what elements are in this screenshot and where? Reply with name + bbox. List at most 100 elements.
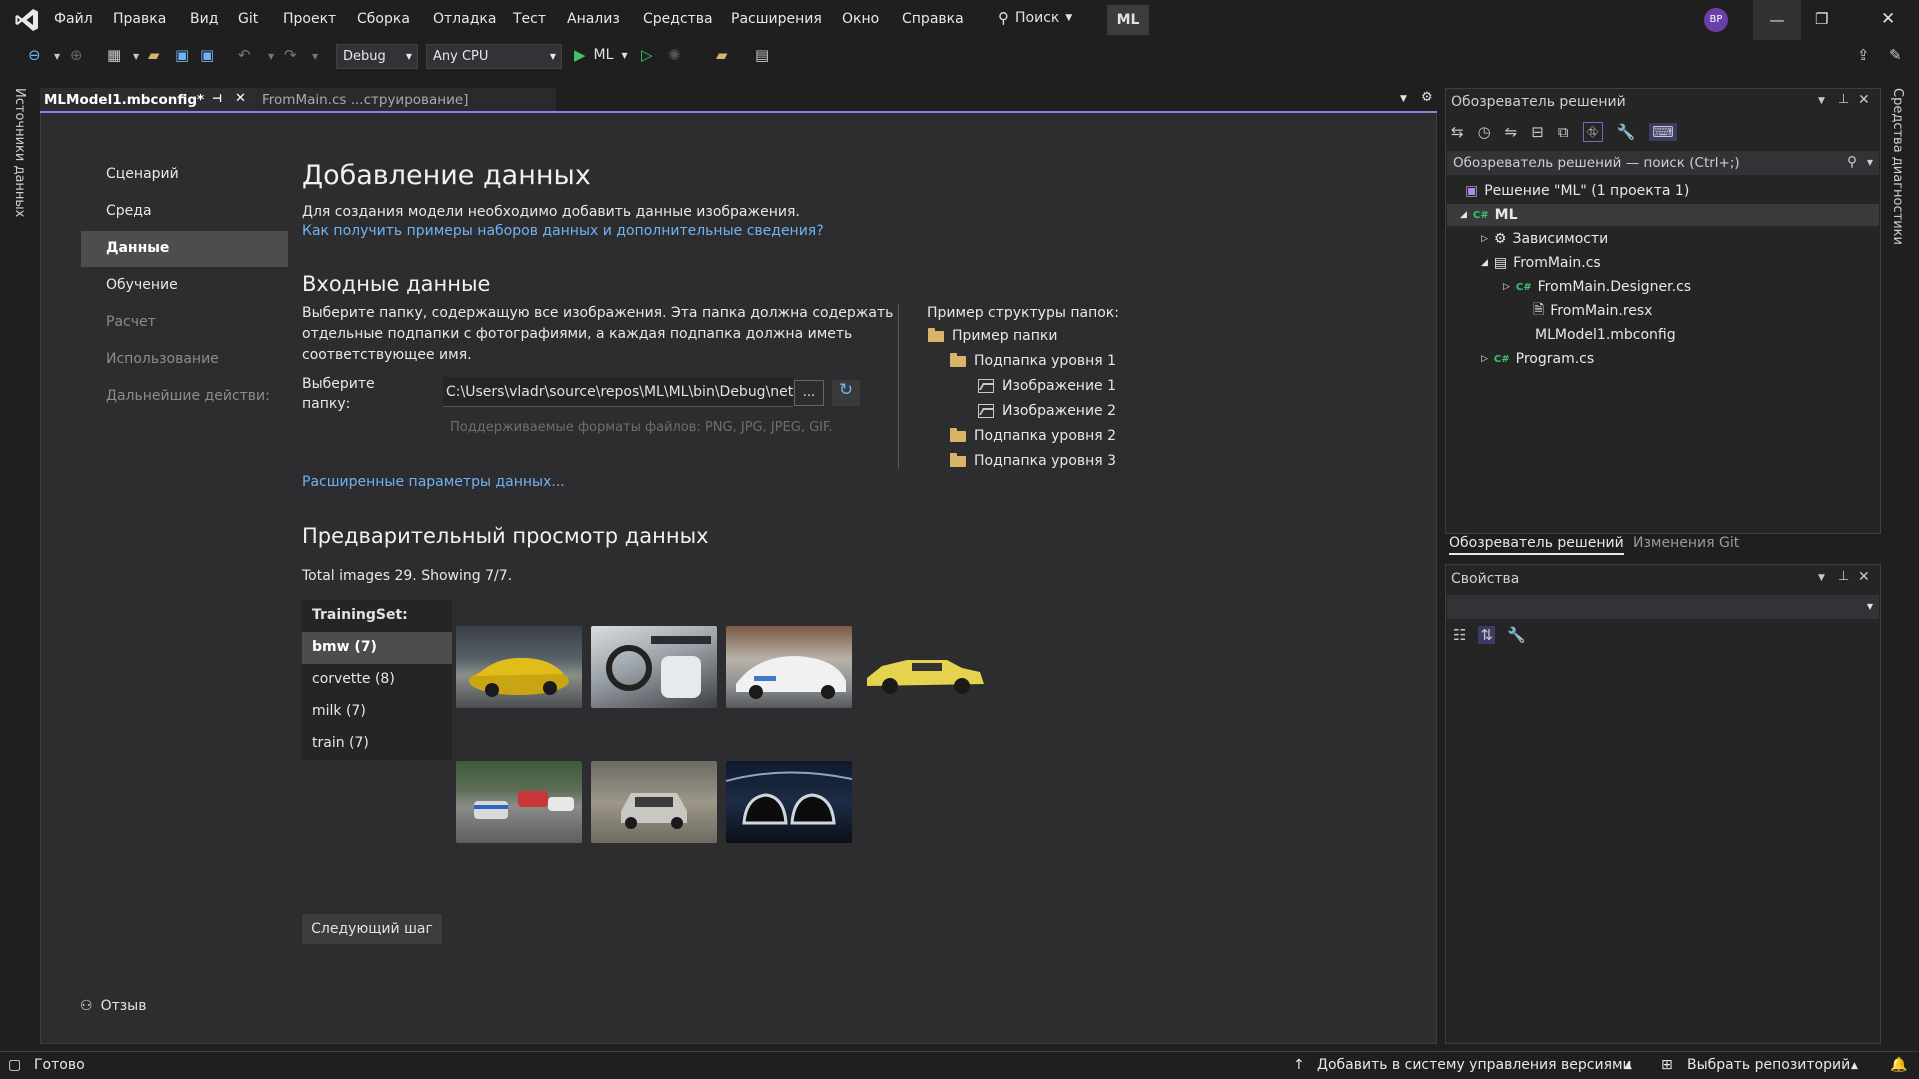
thumbnail-bmw-suv-dust[interactable] xyxy=(591,761,717,843)
collapse-all-icon[interactable]: ⊟ xyxy=(1531,123,1544,141)
sync-icon[interactable]: ⇋ xyxy=(1505,123,1518,141)
restore-button[interactable]: ❐ xyxy=(1815,10,1828,28)
chevron-down-icon[interactable]: ▼ xyxy=(1818,96,1825,106)
menu-help[interactable]: Справка xyxy=(902,11,964,27)
select-repository[interactable]: Выбрать репозиторий xyxy=(1687,1057,1850,1073)
help-link[interactable]: Как получить примеры наборов данных и до… xyxy=(302,223,824,239)
chevron-down-icon[interactable]: ▼ xyxy=(54,52,60,61)
menu-test[interactable]: Тест xyxy=(513,11,546,27)
close-icon[interactable]: ✕ xyxy=(1858,92,1870,108)
menu-build[interactable]: Сборка xyxy=(357,11,410,27)
folder-path-input[interactable]: C:\Users\vladr\source\repos\ML\ML\bin\De… xyxy=(443,377,793,407)
start-debug-button[interactable]: ▶ ML ▼ xyxy=(574,46,628,64)
share-icon[interactable]: ⇪ xyxy=(1857,46,1870,64)
chevron-down-icon[interactable]: ▼ xyxy=(268,52,274,61)
preview-icon[interactable]: ⌨ xyxy=(1649,123,1677,141)
save-all-icon[interactable]: ▣ xyxy=(200,46,214,64)
property-pages-icon[interactable]: 🔧 xyxy=(1507,626,1526,644)
chevron-down-icon[interactable]: ▼ xyxy=(312,52,318,61)
nav-scenario[interactable]: Сценарий xyxy=(106,166,179,182)
data-sources-tab[interactable]: Источники данных xyxy=(12,88,27,217)
wrench-icon[interactable]: 🔧 xyxy=(1617,123,1636,141)
nav-train[interactable]: Обучение xyxy=(106,277,178,293)
add-to-source-control[interactable]: Добавить в систему управления версиями xyxy=(1317,1057,1632,1073)
new-project-icon[interactable]: ▦ xyxy=(107,46,121,64)
feedback-link[interactable]: ⚇ Отзыв xyxy=(80,998,147,1014)
tree-frommain-resx[interactable]: 🗎 FromMain.resx xyxy=(1533,300,1652,322)
advanced-data-options-link[interactable]: Расширенные параметры данных... xyxy=(302,474,565,490)
tree-dependencies[interactable]: ▷ ⚙ Зависимости xyxy=(1481,228,1608,250)
tree-frommain[interactable]: ◢ ▤ FromMain.cs xyxy=(1481,252,1601,274)
pin-icon[interactable]: ⊣ xyxy=(212,92,222,105)
tree-solution[interactable]: ▣ Решение "ML" (1 проекта 1) xyxy=(1465,180,1689,202)
menu-project[interactable]: Проект xyxy=(283,11,336,27)
class-item-bmw[interactable]: bmw (7) xyxy=(302,632,452,664)
close-icon[interactable]: ✕ xyxy=(1858,569,1870,585)
tab-git-changes[interactable]: Изменения Git xyxy=(1633,535,1739,551)
thumbnail-racing-bmws[interactable] xyxy=(456,761,582,843)
folder-view-icon[interactable]: ▰ xyxy=(716,46,728,64)
menu-file[interactable]: Файл xyxy=(54,11,93,27)
thumbnail-yellow-bmw-classic[interactable] xyxy=(862,626,988,708)
thumbnail-yellow-bmw-m4[interactable] xyxy=(456,626,582,708)
pin-icon[interactable]: ⊥ xyxy=(1838,569,1849,584)
history-icon[interactable]: ◷ xyxy=(1478,123,1491,141)
tree-frommain-designer[interactable]: ▷ C# FromMain.Designer.cs xyxy=(1503,276,1691,298)
minimize-button[interactable]: — xyxy=(1753,0,1801,40)
search-box[interactable]: ⚲ Поиск ▼ xyxy=(998,9,1072,27)
menu-debug[interactable]: Отладка xyxy=(433,11,496,27)
avatar[interactable]: BP xyxy=(1704,8,1728,32)
close-window-button[interactable]: ✕ xyxy=(1881,9,1895,29)
output-icon[interactable]: ▢ xyxy=(8,1057,21,1073)
menu-git[interactable]: Git xyxy=(238,11,258,27)
menu-tools[interactable]: Средства xyxy=(643,11,713,27)
gear-icon[interactable]: ⚙ xyxy=(1421,90,1433,105)
categorized-icon[interactable]: ☷ xyxy=(1453,626,1466,644)
feedback-icon[interactable]: ✎ xyxy=(1889,46,1902,64)
platform-select[interactable]: Any CPU ▼ xyxy=(426,44,562,69)
tab-frommain[interactable]: FromMain.cs ...струирование] xyxy=(256,88,556,111)
menu-edit[interactable]: Правка xyxy=(113,11,166,27)
notifications-bell-icon[interactable]: 🔔 xyxy=(1890,1057,1907,1073)
open-folder-icon[interactable]: ▰ xyxy=(148,46,160,64)
solution-search-input[interactable]: Обозреватель решений — поиск (Ctrl+;) ⚲ … xyxy=(1447,151,1879,175)
diagnostic-tools-tab[interactable]: Средства диагностики xyxy=(1890,88,1905,245)
tab-solution-explorer[interactable]: Обозреватель решений xyxy=(1449,535,1624,555)
nav-data[interactable]: Данные xyxy=(106,240,169,256)
filter-icon[interactable]: ⛗ xyxy=(1582,122,1603,142)
layout-icon[interactable]: ▤ xyxy=(755,46,769,64)
tab-list-chevron-icon[interactable]: ▼ xyxy=(1400,94,1407,104)
start-without-debug-icon[interactable]: ▷ xyxy=(641,46,653,64)
thumbnail-bmw-grille[interactable] xyxy=(726,761,852,843)
close-icon[interactable]: ✕ xyxy=(235,91,246,106)
chevron-down-icon[interactable]: ▼ xyxy=(1818,573,1825,583)
tree-project-ml[interactable]: ◢ C# ML xyxy=(1460,204,1518,226)
class-item-train[interactable]: train (7) xyxy=(302,728,452,760)
visual-studio-logo-icon[interactable] xyxy=(14,7,40,33)
chevron-up-icon[interactable]: ▲ xyxy=(1851,1061,1858,1071)
tree-mlmodel-mbconfig[interactable]: MLModel1.mbconfig xyxy=(1535,324,1676,346)
menu-view[interactable]: Вид xyxy=(190,11,218,27)
back-icon[interactable]: ⊖ xyxy=(28,46,41,64)
thumbnail-car-interior[interactable] xyxy=(591,626,717,708)
undo-icon[interactable]: ↶ xyxy=(238,46,251,64)
configuration-select[interactable]: Debug ▼ xyxy=(336,44,418,69)
redo-icon[interactable]: ↷ xyxy=(284,46,297,64)
browse-button[interactable]: ... xyxy=(794,380,824,406)
chevron-down-icon[interactable]: ▼ xyxy=(133,52,139,61)
chevron-up-icon[interactable]: ▲ xyxy=(1625,1061,1632,1071)
menu-analyze[interactable]: Анализ xyxy=(567,11,620,27)
refresh-icon[interactable]: ↻ xyxy=(832,380,860,406)
class-item-corvette[interactable]: corvette (8) xyxy=(302,664,452,696)
forward-icon[interactable]: ⊕ xyxy=(70,46,83,64)
menu-extensions[interactable]: Расширения xyxy=(731,11,822,27)
pin-icon[interactable]: ⊥ xyxy=(1838,92,1849,107)
class-item-milk[interactable]: milk (7) xyxy=(302,696,452,728)
menu-window[interactable]: Окно xyxy=(842,11,879,27)
save-icon[interactable]: ▣ xyxy=(175,46,189,64)
tree-program[interactable]: ▷ C# Program.cs xyxy=(1481,348,1594,370)
switch-views-icon[interactable]: ⇆ xyxy=(1451,123,1464,141)
hot-reload-icon[interactable]: ✺ xyxy=(668,46,681,64)
next-step-button[interactable]: Следующий шаг xyxy=(302,914,442,944)
properties-object-select[interactable]: ▼ xyxy=(1447,595,1879,619)
